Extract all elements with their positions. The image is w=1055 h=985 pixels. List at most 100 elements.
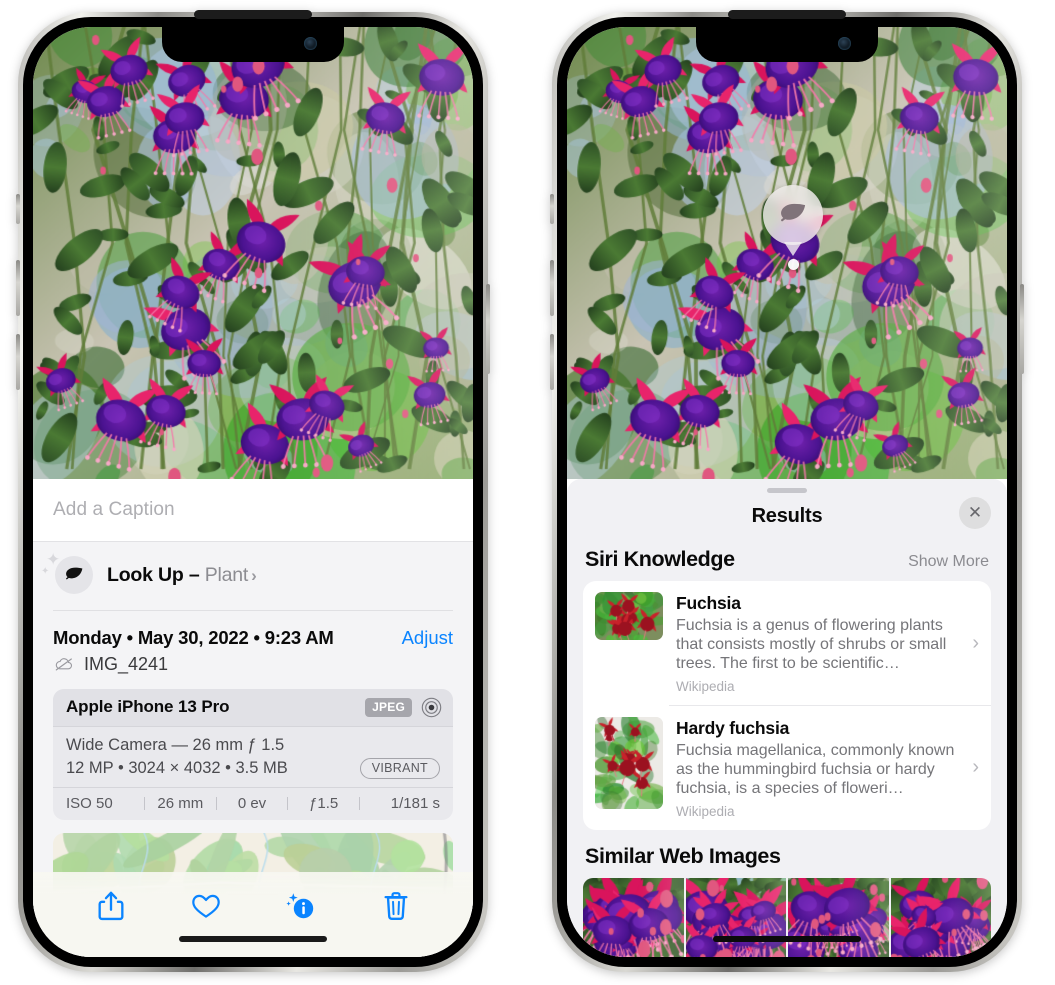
notch-left: [162, 27, 344, 62]
similar-web-images-strip[interactable]: [583, 877, 991, 957]
photographic-style-badge: VIBRANT: [359, 757, 440, 779]
sparkle-icon-small: ✦: [41, 566, 50, 577]
photo-datetime: Monday • May 30, 2022 • 9:23 AM: [53, 626, 334, 648]
camera-specs: 12 MP • 3024 × 4032 • 3.5 MB: [66, 758, 288, 777]
section-title: Similar Web Images: [585, 843, 781, 868]
icloud-slash-icon: [55, 658, 72, 671]
result-description: Fuchsia is a genus of flowering plants t…: [676, 617, 947, 672]
visual-look-up-badge[interactable]: [763, 185, 823, 256]
list-item[interactable]: Fuchsia Fuchsia is a genus of flowering …: [583, 581, 991, 705]
web-image[interactable]: [583, 877, 684, 957]
delete-button[interactable]: [374, 886, 418, 926]
result-source: Wikipedia: [676, 679, 735, 694]
subject-anchor-dot: [788, 259, 799, 270]
exif-shutter: 1/181 s: [390, 794, 441, 812]
caption-placeholder: Add a Caption: [53, 499, 175, 520]
result-body: Fuchsia Fuchsia is a genus of flowering …: [676, 592, 955, 694]
siri-knowledge-card: Fuchsia Fuchsia is a genus of flowering …: [583, 581, 991, 830]
home-indicator[interactable]: [713, 936, 861, 942]
favorite-button[interactable]: [184, 886, 228, 926]
home-indicator[interactable]: [179, 936, 327, 942]
side-power-button[interactable]: [486, 284, 490, 374]
web-image[interactable]: [685, 877, 786, 957]
results-header: Results ✕: [567, 493, 1007, 539]
chevron-right-icon: ›: [972, 631, 979, 654]
camera-specs-row: 12 MP • 3024 × 4032 • 3.5 MB VIBRANT: [66, 757, 440, 779]
volume-down-button[interactable]: [550, 334, 554, 390]
date-row: Monday • May 30, 2022 • 9:23 AM Adjust: [33, 610, 473, 649]
result-title: Hardy fuchsia: [676, 717, 790, 738]
camera-header: Apple iPhone 13 Pro JPEG: [53, 688, 453, 727]
iphone-left: Add a Caption ✦ ✦ Look Up – Plant › Mond…: [16, 10, 490, 972]
phone-bezel-left: Add a Caption ✦ ✦ Look Up – Plant › Mond…: [23, 10, 483, 967]
look-up-label: Look Up – Plant ›: [107, 564, 257, 587]
camera-info-card: Apple iPhone 13 Pro JPEG Wide Camera — 2…: [53, 688, 453, 820]
chevron-right-icon: ›: [972, 756, 979, 778]
look-up-dash: –: [188, 563, 200, 586]
result-title: Fuchsia: [676, 593, 741, 613]
share-button[interactable]: [89, 886, 133, 926]
results-sheet: Results ✕ Siri Knowledge Show More Fuchs…: [567, 479, 1007, 957]
exif-ev: 0 ev: [237, 794, 267, 812]
earpiece-speaker: [728, 10, 846, 19]
photo-info-sheet: Add a Caption ✦ ✦ Look Up – Plant › Mond…: [33, 479, 473, 957]
section-title: Siri Knowledge: [585, 547, 735, 571]
info-sparkle-icon: [285, 893, 313, 919]
exif-iso: ISO 50: [66, 794, 113, 812]
screen-right: Results ✕ Siri Knowledge Show More Fuchs…: [567, 27, 1007, 957]
exif-aperture: ƒ1.5: [309, 794, 339, 812]
caption-field[interactable]: Add a Caption: [33, 479, 473, 541]
screenshot-stage: Add a Caption ✦ ✦ Look Up – Plant › Mond…: [0, 0, 1055, 985]
photo-toolbar: [33, 872, 473, 957]
filename-row: IMG_4241: [33, 648, 473, 687]
result-thumbnail: [595, 716, 663, 809]
look-up-row[interactable]: ✦ ✦ Look Up – Plant ›: [33, 542, 473, 610]
result-body: Hardy fuchsia Fuchsia magellanica, commo…: [676, 717, 955, 819]
look-up-title: Look Up: [107, 563, 184, 586]
front-camera-icon: [838, 37, 851, 50]
show-more-button[interactable]: Show More: [908, 553, 989, 571]
share-icon: [98, 891, 123, 921]
look-up-subject: Plant: [204, 563, 249, 586]
result-description: Fuchsia magellanica, commonly known as t…: [676, 741, 955, 797]
side-power-button[interactable]: [1020, 284, 1024, 374]
volume-down-button[interactable]: [16, 334, 20, 390]
close-icon[interactable]: ✕: [959, 497, 991, 529]
chevron-right-icon: ›: [251, 565, 257, 585]
silent-switch[interactable]: [550, 194, 554, 224]
heart-icon: [191, 894, 220, 918]
info-button[interactable]: [279, 886, 323, 926]
camera-header-right: JPEG: [365, 697, 442, 718]
siri-knowledge-header: Siri Knowledge Show More: [567, 539, 1007, 581]
leaf-icon: ✦ ✦: [41, 551, 93, 594]
silent-switch[interactable]: [16, 194, 20, 224]
earpiece-speaker: [194, 10, 312, 19]
volume-up-button[interactable]: [550, 260, 554, 316]
result-thumbnail: [595, 592, 663, 640]
phone-bezel-right: Results ✕ Siri Knowledge Show More Fuchs…: [557, 10, 1017, 967]
camera-model: Apple iPhone 13 Pro: [66, 697, 230, 716]
format-badge: JPEG: [365, 697, 412, 717]
exif-row: ISO 50 26 mm 0 ev ƒ1.5 1/181 s: [53, 786, 453, 820]
photo-filename: IMG_4241: [84, 653, 169, 674]
notch-right: [696, 27, 878, 62]
volume-up-button[interactable]: [16, 260, 20, 316]
camera-lens: Wide Camera — 26 mm ƒ 1.5: [66, 735, 285, 754]
photo-viewer[interactable]: [33, 27, 473, 479]
trash-icon: [383, 892, 408, 920]
raw-target-icon[interactable]: [421, 697, 442, 718]
result-source: Wikipedia: [676, 803, 735, 819]
list-item[interactable]: Hardy fuchsia Fuchsia magellanica, commo…: [583, 706, 991, 830]
results-title: Results: [751, 504, 823, 527]
web-image[interactable]: [788, 877, 889, 957]
camera-body: Wide Camera — 26 mm ƒ 1.5 12 MP • 3024 ×…: [53, 727, 453, 787]
front-camera-icon: [304, 37, 317, 50]
iphone-right: Results ✕ Siri Knowledge Show More Fuchs…: [550, 10, 1024, 972]
adjust-button[interactable]: Adjust: [402, 627, 453, 649]
web-image[interactable]: [890, 877, 991, 957]
similar-web-images-header: Similar Web Images: [567, 830, 1007, 878]
exif-focal: 26 mm: [157, 794, 204, 812]
badge-pointer: [784, 242, 802, 256]
lookup-block: ✦ ✦ Look Up – Plant › Monday • May 30, 2…: [33, 541, 473, 913]
screen-left: Add a Caption ✦ ✦ Look Up – Plant › Mond…: [33, 27, 473, 957]
